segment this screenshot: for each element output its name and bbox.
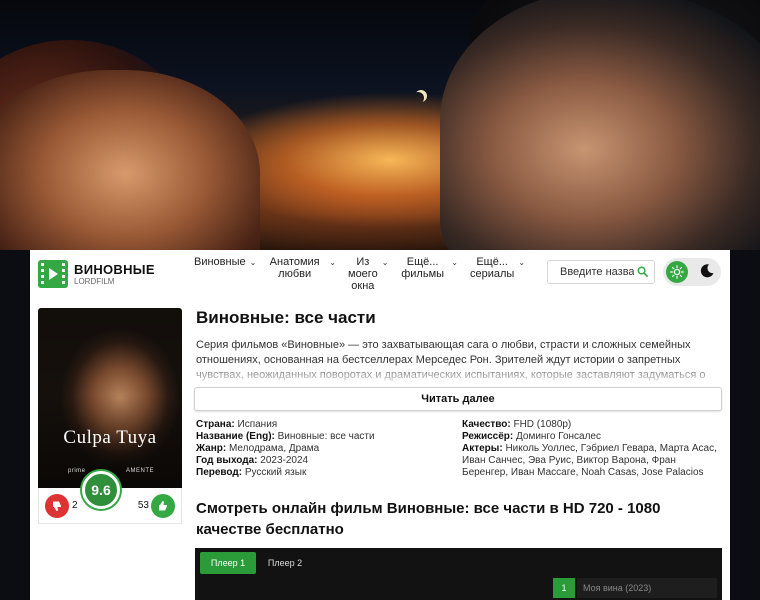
logo-title: ВИНОВНЫЕ xyxy=(74,261,155,277)
chevron-down-icon: ⌄ xyxy=(381,258,389,267)
info-row-year: Год выхода: 2023-2024 xyxy=(196,455,309,466)
nav-item-label: Из моего окна xyxy=(348,256,378,292)
watch-heading: Смотреть онлайн фильм Виновные: все част… xyxy=(196,500,661,538)
site-logo[interactable]: ВИНОВНЫЕ LORDFILM xyxy=(38,260,155,288)
info-row-translation: Перевод: Русский язык xyxy=(196,467,307,478)
film-play-icon xyxy=(38,260,68,288)
hero-face-right xyxy=(440,0,760,250)
chevron-down-icon: ⌄ xyxy=(329,258,336,267)
info-row-director: Режиссёр: Доминго Гонсалес xyxy=(462,431,601,442)
theme-toggle[interactable] xyxy=(663,258,721,286)
moon-icon[interactable] xyxy=(699,263,715,279)
dislike-count: 2 xyxy=(72,500,78,511)
hero-banner xyxy=(0,0,760,250)
chevron-down-icon: ⌄ xyxy=(249,258,257,267)
search-box xyxy=(547,260,655,284)
search-input[interactable] xyxy=(548,261,634,283)
site-header: ВИНОВНЫЕ LORDFILM Виновные ⌄ Анатомия лю… xyxy=(30,250,730,300)
info-row-quality: Качество: FHD (1080p) xyxy=(462,419,572,430)
video-player[interactable]: Плеер 1 Плеер 2 1 Моя вина (2023) xyxy=(195,548,722,600)
search-icon[interactable] xyxy=(637,266,648,277)
poster-title: Culpa Tuya xyxy=(63,427,157,448)
moon-icon xyxy=(412,92,424,104)
thumbs-up-icon xyxy=(159,501,167,511)
info-row-eng-title: Название (Eng): Виновные: все части xyxy=(196,431,375,442)
nav-item-label: Анатомия любви xyxy=(269,256,320,280)
rating-score: 9.6 xyxy=(82,471,120,509)
info-list-left: Страна: Испания Название (Eng): Виновные… xyxy=(196,419,458,479)
nav-item-more-films[interactable]: Ещё... фильмы ⌄ xyxy=(392,256,464,296)
episode-number[interactable]: 1 xyxy=(553,578,575,598)
nav-item-vinovnye[interactable]: Виновные ⌄ xyxy=(188,256,258,296)
info-row-genre: Жанр: Мелодрама, Драма xyxy=(196,443,320,454)
like-count: 53 xyxy=(137,500,149,511)
episode-title[interactable]: Моя вина (2023) xyxy=(577,578,717,598)
poster-brand-2: AMENTE xyxy=(126,468,155,474)
nav-item-window[interactable]: Из моего окна ⌄ xyxy=(342,256,392,296)
hero-face-left xyxy=(0,70,260,250)
like-button[interactable] xyxy=(151,494,175,518)
nav-item-label: Виновные xyxy=(194,256,246,268)
thumbs-down-icon xyxy=(53,501,61,511)
description-fade xyxy=(196,362,722,384)
info-row-country: Страна: Испания xyxy=(196,419,278,430)
chevron-down-icon: ⌄ xyxy=(451,258,458,267)
content-card: ВИНОВНЫЕ LORDFILM Виновные ⌄ Анатомия лю… xyxy=(30,250,730,600)
dislike-button[interactable] xyxy=(45,494,69,518)
tab-player-1[interactable]: Плеер 1 xyxy=(200,552,256,574)
chevron-down-icon: ⌄ xyxy=(518,258,526,267)
nav-item-label: Ещё... фильмы xyxy=(401,256,445,280)
page-title: Виновные: все части xyxy=(196,308,376,327)
tab-player-2[interactable]: Плеер 2 xyxy=(261,552,309,574)
nav-item-anatomy[interactable]: Анатомия любви ⌄ xyxy=(258,256,342,296)
sun-icon[interactable] xyxy=(666,261,688,283)
nav-item-label: Ещё... сериалы xyxy=(470,256,515,280)
main-nav: Виновные ⌄ Анатомия любви ⌄ Из моего окн… xyxy=(188,256,526,296)
read-more-button[interactable]: Читать далее xyxy=(194,387,722,411)
info-list-right: Качество: FHD (1080p) Режиссёр: Доминго … xyxy=(462,419,724,479)
nav-item-more-series[interactable]: Ещё... сериалы ⌄ xyxy=(464,256,526,296)
info-row-actors: Актеры: Николь Уоллес, Гэбриел Гевара, М… xyxy=(462,443,717,478)
logo-subtitle: LORDFILM xyxy=(74,276,115,286)
poster-brand: prime xyxy=(68,468,86,474)
